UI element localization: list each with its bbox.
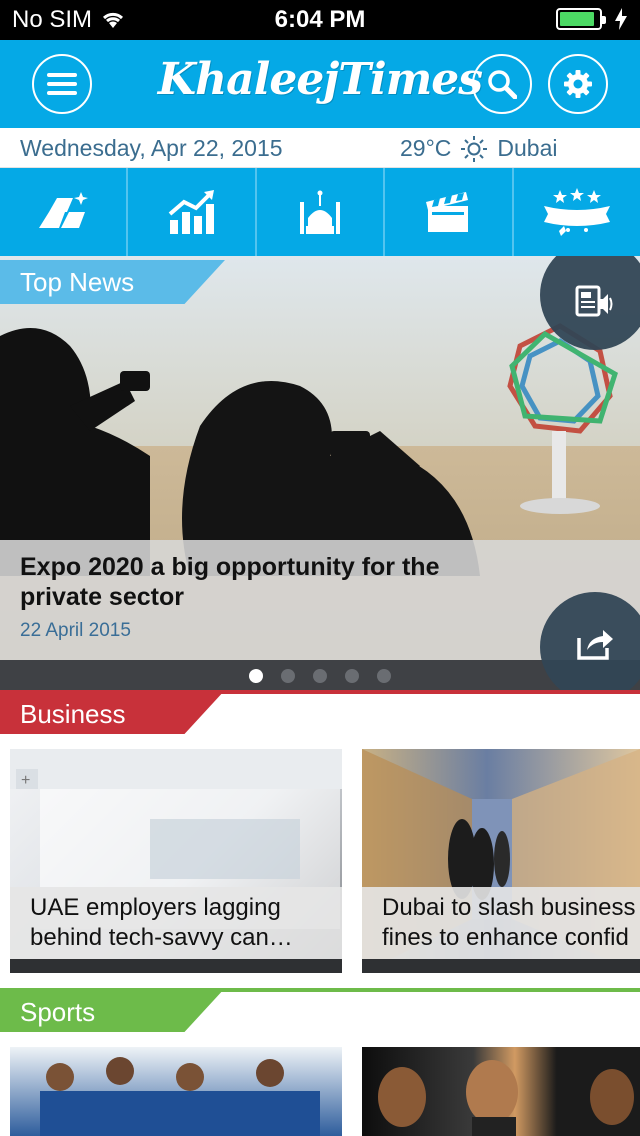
status-bar: No SIM 6:04 PM [0,0,640,40]
clapperboard-icon [426,192,469,232]
temperature: 29°C [400,135,452,161]
menu-button[interactable] [32,54,92,114]
hamburger-icon [47,73,77,95]
section-sports: Sports [0,988,640,1032]
category-markets[interactable] [128,168,257,256]
gear-icon [564,70,592,98]
article-card[interactable]: + UAE employers lagging behind tech-savv… [10,749,342,973]
carousel-dot[interactable] [313,669,327,683]
app-header: KhaleejTimes [0,40,640,128]
category-entertainment[interactable] [385,168,514,256]
section-sports-label[interactable]: Sports [0,988,225,1032]
article-card[interactable]: Dubai to slash business fines to enhance… [362,749,640,973]
top-news-headline[interactable]: Expo 2020 a big opportunity for the priv… [20,552,490,612]
section-business: Business [0,690,640,734]
clock: 6:04 PM [274,6,366,33]
category-religion[interactable] [257,168,386,256]
article-thumbnail [378,1060,634,1136]
top-news-carousel[interactable]: Top News Expo 2020 a big opportunity for… [0,256,640,692]
gold-bars-icon [39,192,89,228]
top-news-date: 22 April 2015 [20,620,131,641]
chart-growth-icon [168,190,214,234]
current-date: Wednesday, Apr 22, 2015 [20,135,283,161]
section-business-label[interactable]: Business [0,690,225,734]
article-card[interactable] [10,1047,342,1136]
stars-banner-icon [543,188,610,236]
carousel-dot[interactable] [249,669,263,683]
settings-button[interactable] [548,54,608,114]
category-events[interactable] [514,168,640,256]
article-title[interactable]: UAE employers lagging behind tech-savvy … [10,887,342,959]
weather-widget: 29°C Dubai [400,135,558,162]
article-audio-icon [575,285,613,317]
search-icon [488,70,517,99]
svg-text:+: + [21,772,30,789]
share-icon [577,630,613,660]
charging-icon [615,8,627,30]
info-bar: Wednesday, Apr 22, 2015 29°C Dubai [0,128,640,168]
article-thumbnail [40,1057,320,1136]
carousel-dot[interactable] [345,669,359,683]
app-logo: KhaleejTimes [157,54,483,105]
article-title[interactable]: Dubai to slash business fines to enhance… [362,887,640,959]
search-button[interactable] [472,54,532,114]
carousel-dot[interactable] [377,669,391,683]
battery-icon [556,8,606,30]
carousel-dot[interactable] [281,669,295,683]
category-bar [0,168,640,256]
article-card[interactable] [362,1047,640,1136]
category-gold[interactable] [0,168,129,256]
city: Dubai [497,135,558,161]
mosque-icon [300,190,341,234]
sun-icon [461,135,488,162]
